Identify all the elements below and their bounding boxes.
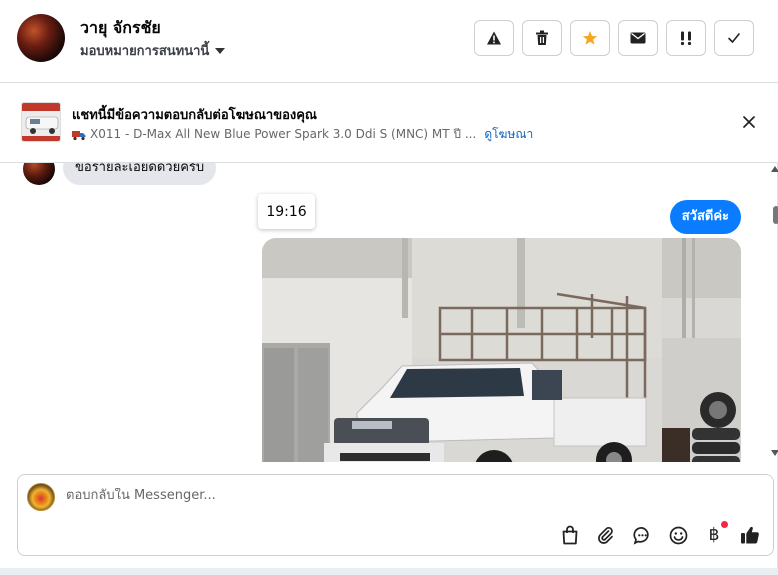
mark-unread-button[interactable] xyxy=(618,20,658,56)
page-avatar xyxy=(27,483,55,511)
ad-text: X011 - D-Max All New Blue Power Spark 3.… xyxy=(90,127,477,141)
shop-button[interactable] xyxy=(559,524,581,546)
sender-avatar xyxy=(23,163,55,185)
assign-conversation-dropdown[interactable]: มอบหมายการสนทนานี้ xyxy=(80,40,226,61)
trash-icon xyxy=(536,30,548,45)
star-button[interactable] xyxy=(570,20,610,56)
envelope-icon xyxy=(630,32,646,44)
follow-up-button[interactable] xyxy=(666,20,706,56)
ad-info: X011 - D-Max All New Blue Power Spark 3.… xyxy=(72,125,533,144)
ad-banner-title: แชทนี้มีข้อความตอบกลับต่อโฆษณาของคุณ xyxy=(72,108,317,123)
report-spam-button[interactable] xyxy=(474,20,514,56)
caret-down-icon xyxy=(215,47,226,54)
outgoing-photo[interactable] xyxy=(262,238,741,462)
close-banner-button[interactable] xyxy=(740,113,758,131)
outgoing-message[interactable]: สวัสดีค่ะ xyxy=(669,200,741,234)
reply-input[interactable] xyxy=(66,488,666,503)
scroll-up-arrow[interactable] xyxy=(771,166,778,172)
timestamp-tooltip: 19:16 xyxy=(258,194,315,229)
message-thread[interactable]: ขอรายละเอียดด้วยครับ 19:16 สวัสดีค่ะ xyxy=(0,163,770,462)
assign-label: มอบหมายการสนทนานี้ xyxy=(80,44,210,59)
scrollbar-thumb[interactable] xyxy=(773,206,778,224)
shopping-bag-icon xyxy=(562,525,578,545)
chat-bubble-icon xyxy=(632,526,649,545)
truck-photo xyxy=(262,238,741,462)
notification-dot xyxy=(721,521,728,528)
message-composer: ฿ xyxy=(17,474,774,556)
done-button[interactable] xyxy=(714,20,754,56)
ad-thumbnail-image xyxy=(22,103,60,141)
ad-reply-banner: แชทนี้มีข้อความตอบกลับต่อโฆษณาของคุณ X01… xyxy=(0,83,778,163)
saved-replies-button[interactable] xyxy=(631,524,653,546)
star-icon xyxy=(582,31,598,45)
delete-button[interactable] xyxy=(522,20,562,56)
header-actions xyxy=(474,20,754,56)
emoji-button[interactable] xyxy=(667,524,689,546)
ad-thumbnail[interactable] xyxy=(21,102,61,142)
close-icon xyxy=(743,116,755,128)
conversation-header: วายุ จักรชัย มอบหมายการสนทนานี้ xyxy=(0,0,778,83)
contact-name[interactable]: วายุ จักรชัย xyxy=(80,16,161,41)
smiley-icon xyxy=(669,526,687,544)
view-ad-link[interactable]: ดูโฆษณา xyxy=(484,125,533,144)
contact-avatar[interactable] xyxy=(17,14,65,62)
conversation-panel: วายุ จักรชัย มอบหมายการสนทนานี้ แชทนี้มี… xyxy=(0,0,778,568)
warning-icon xyxy=(487,31,501,45)
attach-button[interactable] xyxy=(595,524,617,546)
scroll-down-arrow[interactable] xyxy=(771,450,778,456)
incoming-message[interactable]: ขอรายละเอียดด้วยครับ xyxy=(63,163,217,185)
check-icon xyxy=(728,33,740,43)
truck-icon xyxy=(72,130,86,140)
payment-button[interactable]: ฿ xyxy=(703,521,728,546)
baht-icon: ฿ xyxy=(708,525,720,545)
like-button[interactable] xyxy=(739,524,761,546)
exclamation-icon xyxy=(680,31,692,46)
paperclip-icon xyxy=(598,527,613,544)
composer-toolbar: ฿ xyxy=(559,521,761,546)
thumbs-up-icon xyxy=(741,526,759,544)
